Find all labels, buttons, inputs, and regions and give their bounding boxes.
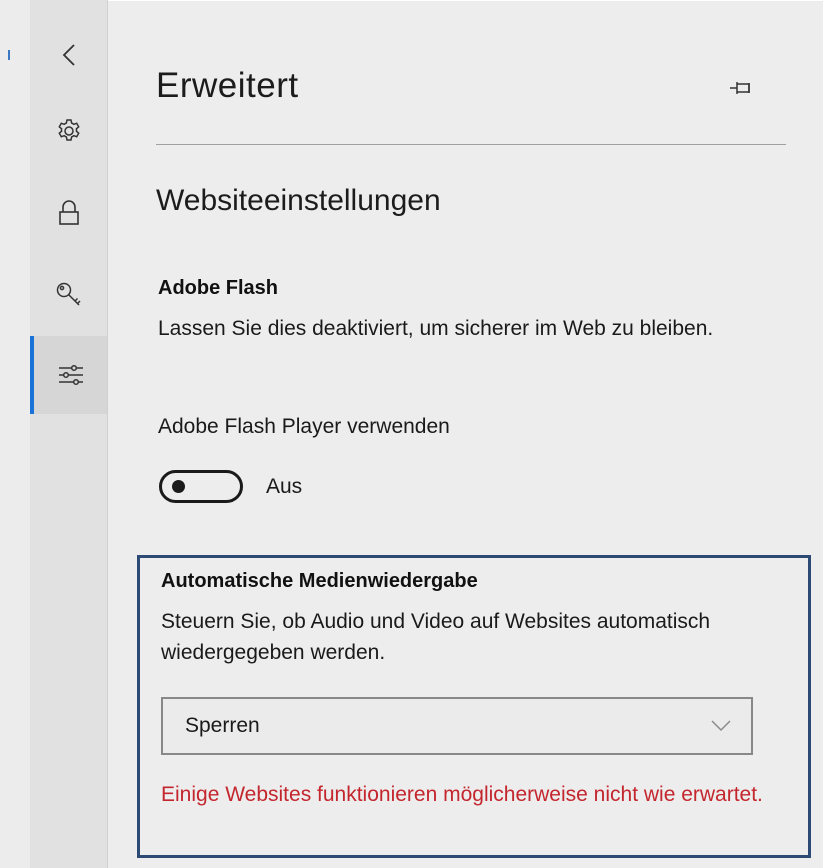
section-title: Websiteeinstellungen [156,184,441,217]
key-icon [56,282,81,306]
lock-icon [58,200,79,225]
gutter-marker [8,50,10,60]
autoplay-dropdown[interactable]: Sperren [161,697,753,755]
autoplay-heading: Automatische Medienwiedergabe [161,570,478,592]
sliders-icon [58,364,83,386]
autoplay-description: Steuern Sie, ob Audio und Video auf Webs… [161,610,711,664]
flash-description: Lassen Sie dies deaktiviert, um sicherer… [158,317,714,340]
dropdown-selected-value: Sperren [185,714,260,737]
toggle-state-label: Aus [266,475,303,498]
autoplay-warning: Einige Websites funktionieren möglicherw… [161,783,763,806]
nav-privacy-button[interactable] [30,184,107,242]
pin-icon[interactable] [729,80,753,96]
nav-passwords-button[interactable] [30,266,107,324]
settings-nav-rail [0,0,108,868]
advanced-settings-panel: Erweitert Websiteeinstellungen Adobe Fla… [108,0,823,868]
page-title: Erweitert [156,66,299,105]
rail-gutter [0,0,30,868]
flash-player-toggle[interactable] [159,470,243,503]
chevron-down-icon [711,720,731,732]
back-button[interactable] [30,26,107,84]
nav-advanced-button[interactable] [30,336,107,414]
chevron-left-icon [62,44,75,66]
gear-icon [57,119,80,141]
header-divider [156,144,786,145]
autoplay-section-highlight: Automatische Medienwiedergabe Steuern Si… [137,555,811,858]
toggle-knob [172,480,185,493]
flash-player-label: Adobe Flash Player verwenden [158,415,450,438]
nav-settings-button[interactable] [30,102,107,160]
flash-heading: Adobe Flash [158,277,279,299]
